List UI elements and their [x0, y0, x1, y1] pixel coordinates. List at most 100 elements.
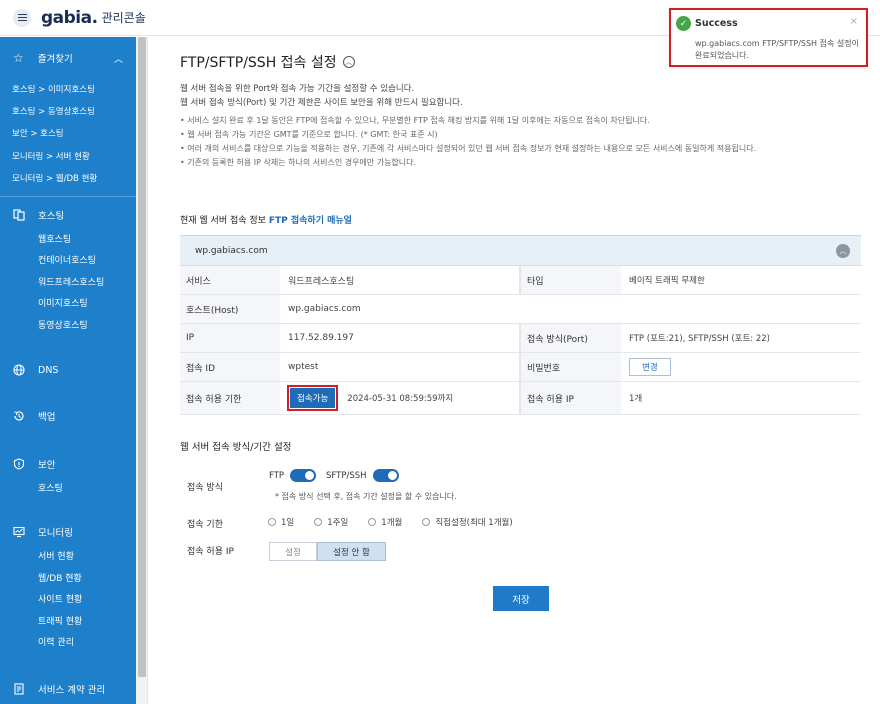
table-row: 서비스 워드프레스호스팅 타입 베이직 트래픽 무제한	[180, 266, 861, 295]
sftp-toggle-group: SFTP/SSH	[326, 469, 399, 482]
notice-item: • 기존의 등록한 허용 IP 삭제는 하나의 서비스인 경우에만 가능합니다.	[180, 158, 417, 167]
sidebar-section-hosting[interactable]: 호스팅	[0, 207, 136, 223]
sidebar-item-video-hosting[interactable]: 동영상호스팅	[38, 318, 88, 331]
globe-icon	[12, 364, 25, 377]
close-icon[interactable]: ×	[850, 16, 858, 27]
method-note: * 접속 방식 선택 후, 접속 기간 설정을 할 수 있습니다.	[275, 492, 457, 501]
info-section-heading: 현재 웹 서버 접속 정보 FTP 접속하기 매뉴얼	[180, 213, 352, 226]
radio-icon[interactable]	[368, 518, 377, 526]
contract-icon	[12, 683, 25, 696]
success-toast: ✓ Success × wp.gabiacs.com FTP/SFTP/SSH …	[669, 8, 868, 67]
password-cell: 변경	[621, 353, 861, 381]
favorite-item[interactable]: 모니터링 > 웹/DB 현황	[12, 172, 97, 184]
host-value: wp.gabiacs.com	[288, 304, 361, 314]
sidebar-section-contract[interactable]: 서비스 계약 관리	[0, 681, 136, 697]
sidebar-scrollbar[interactable]	[136, 37, 148, 704]
period-option-1week[interactable]: 1주일	[314, 516, 348, 528]
sidebar-item-server-status[interactable]: 서버 현황	[38, 549, 74, 562]
backup-icon	[12, 410, 25, 423]
sidebar-section-backup[interactable]: 백업	[0, 408, 136, 424]
toast-message: wp.gabiacs.com FTP/SFTP/SSH 접속 설정이 완료되었습…	[695, 39, 859, 60]
period-option-custom[interactable]: 직접설정(최대 1개월)	[422, 516, 513, 528]
sftp-toggle[interactable]	[372, 469, 399, 482]
hosting-icon	[12, 209, 25, 222]
sidebar-section-monitoring[interactable]: 모니터링	[0, 524, 136, 540]
type-value: 베이직 트래픽 무제한	[629, 276, 705, 286]
sidebar-item-history[interactable]: 이력 관리	[38, 635, 74, 648]
console-title: 관리콘솔	[101, 11, 146, 25]
favorites-label: 즐겨찾기	[37, 54, 73, 65]
menu-icon[interactable]	[13, 8, 31, 27]
table-row: 접속 허용 기한 접속가능 2024-05-31 08:59:59까지 접속 허…	[180, 382, 861, 415]
access-enable-button[interactable]: 접속가능	[286, 385, 339, 411]
sidebar-item-image-hosting[interactable]: 이미지호스팅	[38, 296, 88, 309]
sidebar-item-container-hosting[interactable]: 컨테이너호스팅	[38, 253, 96, 266]
main-content: FTP/SFTP/SSH 접속 설정 ︿ 웹 서버 접속을 위한 Port와 접…	[149, 37, 880, 704]
table-row: 접속 ID wptest 비밀번호 변경	[180, 353, 861, 382]
method-label: 접속 방식	[187, 483, 223, 493]
port-label: 접속 방식(Port)	[520, 324, 621, 352]
ip-setting-label: 접속 허용 IP	[187, 547, 234, 557]
page-title-text: FTP/SFTP/SSH 접속 설정	[180, 55, 337, 71]
ip-not-set-option[interactable]: 설정 안 함	[317, 542, 386, 561]
section-label: 보안	[38, 460, 56, 471]
notice-item: • 여러 개의 서비스를 대상으로 기능을 적용하는 경우, 기존에 각 서비스…	[180, 144, 757, 153]
section-label: DNS	[38, 364, 59, 376]
favorite-item[interactable]: 호스팅 > 동영상호스팅	[12, 105, 95, 117]
sidebar-item-wordpress-hosting[interactable]: 워드프레스호스팅	[38, 275, 104, 288]
ftp-toggle[interactable]	[290, 469, 317, 482]
host-label: 호스트(Host)	[180, 295, 280, 323]
collapse-icon[interactable]: ︿	[342, 56, 355, 68]
gabia-logo[interactable]: gabia.	[41, 8, 98, 28]
change-password-button[interactable]: 변경	[629, 358, 671, 376]
info-table-header: wp.gabiacs.com ︿	[180, 236, 861, 266]
sidebar-item-traffic-status[interactable]: 트래픽 현황	[38, 614, 82, 627]
star-icon: ☆	[13, 51, 24, 65]
page-description: 웹 서버 접속을 위한 Port와 접속 가능 기간을 설정할 수 있습니다.	[180, 84, 415, 94]
chevron-up-icon[interactable]: ︿	[114, 52, 123, 65]
sidebar-item-web-hosting[interactable]: 웹호스팅	[38, 232, 71, 245]
favorites-header[interactable]: ☆ 즐겨찾기 ︿	[0, 49, 136, 67]
period-radio-group: 1일 1주일 1개월 직접설정(최대 1개월)	[268, 516, 533, 528]
sidebar-item-security-hosting[interactable]: 호스팅	[38, 481, 63, 494]
radio-icon[interactable]	[314, 518, 323, 526]
period-option-1day[interactable]: 1일	[268, 516, 294, 528]
scrollbar-thumb[interactable]	[138, 37, 146, 677]
section-label: 호스팅	[38, 211, 65, 222]
period-option-1month[interactable]: 1개월	[368, 516, 402, 528]
section-label: 모니터링	[38, 528, 73, 539]
option-label: 직접설정(최대 1개월)	[435, 518, 513, 528]
type-label: 타입	[520, 266, 621, 294]
favorite-item[interactable]: 모니터링 > 서버 현황	[12, 150, 90, 162]
logo-text: gabia	[41, 7, 92, 28]
check-icon: ✓	[676, 16, 691, 31]
sidebar-section-dns[interactable]: DNS	[0, 362, 136, 378]
shield-icon	[12, 458, 25, 471]
sidebar-section-security[interactable]: 보안	[0, 456, 136, 472]
section-label: 서비스 계약 관리	[38, 685, 106, 696]
page-description: 웹 서버 접속 방식(Port) 및 기간 제한은 사이트 보안을 위해 반드시…	[180, 98, 463, 108]
sidebar: ☆ 즐겨찾기 ︿ 호스팅 > 이미지호스팅 호스팅 > 동영상호스팅 보안 > …	[0, 37, 136, 704]
ip-label: IP	[180, 324, 280, 352]
option-label: 1주일	[327, 518, 349, 528]
sidebar-item-site-status[interactable]: 사이트 현황	[38, 592, 82, 605]
radio-icon[interactable]	[268, 518, 276, 526]
radio-icon[interactable]	[422, 518, 431, 526]
sidebar-divider	[0, 196, 136, 197]
ip-set-option[interactable]: 설정	[269, 542, 317, 561]
settings-title: 웹 서버 접속 방식/기간 설정	[180, 442, 292, 453]
ip-value: 117.52.89.197	[280, 324, 520, 352]
info-section-label: 현재 웹 서버 접속 정보	[180, 216, 266, 226]
chevron-up-icon[interactable]: ︿	[836, 244, 850, 258]
favorite-item[interactable]: 호스팅 > 이미지호스팅	[12, 83, 95, 95]
toast-title: Success	[695, 18, 738, 29]
ftp-manual-link[interactable]: FTP 접속하기 매뉴얼	[269, 216, 352, 226]
period-cell: 접속가능 2024-05-31 08:59:59까지	[280, 382, 520, 414]
period-label: 접속 허용 기한	[180, 382, 280, 414]
ip-setting-segmented: 설정 설정 안 함	[269, 542, 386, 561]
allowed-ip-label: 접속 허용 IP	[520, 382, 621, 414]
save-button[interactable]: 저장	[493, 586, 549, 611]
favorite-item[interactable]: 보안 > 호스팅	[12, 127, 64, 139]
sidebar-item-web-db-status[interactable]: 웹/DB 현황	[38, 571, 82, 584]
period-setting-label: 접속 기한	[187, 520, 223, 530]
